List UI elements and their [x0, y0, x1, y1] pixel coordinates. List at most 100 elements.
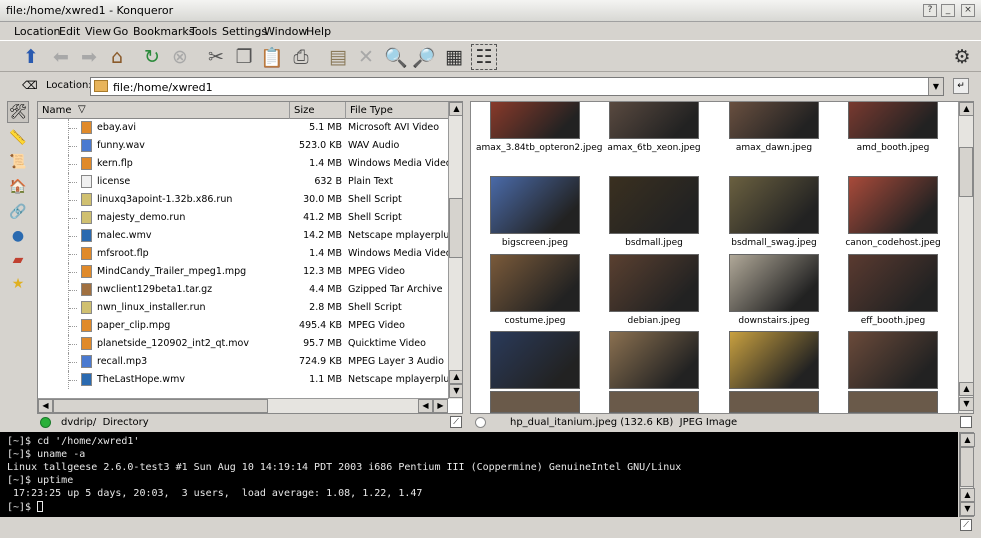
network-icon[interactable]: 🔗 — [7, 201, 29, 223]
history-icon[interactable]: 📜 — [7, 151, 29, 173]
home-folder-icon[interactable]: 🏠 — [7, 176, 29, 198]
thumbnail-item[interactable]: bsdmall.jpeg — [604, 176, 722, 248]
favorites-star-icon[interactable]: ★ — [7, 273, 29, 295]
thumbnail-item[interactable]: amd_booth.jpeg — [843, 102, 961, 169]
cut-icon[interactable]: ✂ — [203, 44, 229, 70]
menu-edit[interactable]: Edit — [59, 25, 80, 38]
thumbnail-item[interactable]: canon_codehost.jpeg — [843, 176, 961, 248]
minimize-button[interactable]: _ — [941, 4, 955, 17]
reload-icon[interactable]: ↻ — [139, 44, 165, 70]
file-row[interactable]: mfsroot.flp 1.4 MB Windows Media Video — [38, 245, 448, 263]
scroll-up-button-lower[interactable]: ▲ — [449, 370, 462, 384]
menu-tools[interactable]: Tools — [190, 25, 217, 38]
menu-window[interactable]: Window — [264, 25, 307, 38]
pane-splitter[interactable] — [464, 101, 469, 432]
zoom-out-icon[interactable]: 🔎 — [411, 44, 437, 70]
title-bar[interactable]: file:/home/xwred1 - Konqueror ? _ × — [0, 0, 981, 22]
thumbnail-pane[interactable]: amax_3.84tb_opteron2.jpeg amax_6tb_xeon.j… — [470, 101, 974, 414]
right-link-view-checkbox[interactable] — [960, 416, 972, 428]
clear-location-icon[interactable]: ⌫ — [22, 79, 38, 92]
tree-view-icon[interactable]: ☷ — [471, 44, 497, 70]
file-row[interactable]: majesty_demo.run 41.2 MB Shell Script — [38, 209, 448, 227]
file-row[interactable]: nwclient129beta1.tar.gz 4.4 MB Gzipped Tar… — [38, 281, 448, 299]
thumbnail-item[interactable]: amax_3.84tb_opteron2.jpeg — [476, 102, 603, 169]
file-row[interactable]: funny.wav 523.0 KB WAV Audio — [38, 137, 448, 155]
file-row[interactable]: TheLastHope.wmv 1.1 MB Netscape mplayerplu… — [38, 371, 448, 389]
back-arrow-icon[interactable]: ⬅ — [48, 44, 74, 70]
thumbnail-item[interactable]: amax_6tb_xeon.jpeg — [604, 102, 722, 169]
thumbnail-item[interactable]: bigscreen.jpeg — [485, 176, 603, 248]
thumbnail-image[interactable] — [729, 391, 819, 413]
thumbnail-item[interactable]: bsdmall_swag.jpeg — [724, 176, 842, 248]
file-row[interactable]: linuxq3apoint-1.32b.x86.run 30.0 MB Shell … — [38, 191, 448, 209]
menu-go[interactable]: Go — [113, 25, 128, 38]
vertical-scrollbar[interactable]: ▲ ▲ ▼ — [448, 102, 462, 399]
thumbnail-item[interactable]: amax_dawn.jpeg — [724, 102, 842, 169]
location-input[interactable]: file:/home/xwred1 ▼ — [90, 77, 944, 96]
terminal-scroll-down-button[interactable]: ▼ — [960, 502, 975, 516]
scroll-thumb[interactable] — [449, 198, 462, 258]
scroll-down-button[interactable]: ▼ — [449, 384, 462, 398]
menu-bookmarks[interactable]: Bookmarks — [133, 25, 194, 38]
thumb-scroll-up-button[interactable]: ▲ — [959, 102, 973, 116]
thumbnail-item[interactable]: costume.jpeg — [485, 254, 603, 326]
delete-icon[interactable]: ✕ — [353, 44, 379, 70]
paste-icon[interactable]: 📋 — [259, 44, 285, 70]
file-row[interactable]: recall.mp3 724.9 KB MPEG Layer 3 Audio — [38, 353, 448, 371]
web-globe-icon[interactable]: ● — [7, 225, 29, 247]
new-folder-icon[interactable]: ▤ — [325, 44, 351, 70]
go-button[interactable]: ↵ — [953, 78, 969, 94]
terminal-panel[interactable]: [~]$ cd '/home/xwred1' [~]$ uname -a Lin… — [0, 432, 958, 517]
column-size[interactable]: Size — [290, 102, 346, 119]
file-row[interactable]: kern.flp 1.4 MB Windows Media Video — [38, 155, 448, 173]
help-button[interactable]: ? — [923, 4, 937, 17]
file-row[interactable]: license 632 B Plain Text — [38, 173, 448, 191]
scroll-left-button-right[interactable]: ◀ — [418, 399, 433, 413]
config-tools-icon[interactable]: 🛠 — [7, 101, 29, 123]
file-row[interactable]: MindCandy_Trailer_mpeg1.mpg 12.3 MB MPEG V… — [38, 263, 448, 281]
file-row[interactable]: ebay.avi 5.1 MB Microsoft AVI Video — [38, 119, 448, 137]
scroll-right-button[interactable]: ▶ — [433, 399, 448, 413]
file-row[interactable]: malec.wmv 14.2 MB Netscape mplayerplug-in … — [38, 227, 448, 245]
thumbnail-item[interactable]: downstairs.jpeg — [724, 254, 842, 326]
menu-location[interactable]: Location — [14, 25, 61, 38]
thumbnail-image[interactable] — [490, 391, 580, 413]
thumbnail-image[interactable] — [609, 391, 699, 413]
menu-settings[interactable]: Settings — [222, 25, 267, 38]
hscroll-thumb[interactable] — [53, 399, 268, 413]
terminal-scrollbar[interactable]: ▲ ▲ ▼ — [959, 432, 975, 517]
thumb-scroll-down-button[interactable]: ▼ — [959, 397, 973, 411]
thumb-scroll-up-button-lower[interactable]: ▲ — [959, 382, 973, 396]
file-row[interactable]: nwn_linux_installer.run 2.8 MB Shell Scrip… — [38, 299, 448, 317]
terminal-scroll-up-button-lower[interactable]: ▲ — [960, 488, 975, 502]
thumb-vertical-scrollbar[interactable]: ▲ ▲ ▼ — [958, 102, 973, 413]
stop-icon[interactable]: ⊗ — [167, 44, 193, 70]
close-button[interactable]: × — [961, 4, 975, 17]
forward-arrow-icon[interactable]: ➡ — [76, 44, 102, 70]
link-view-checkbox[interactable]: ⟋ — [450, 416, 462, 428]
menu-view[interactable]: View — [85, 25, 111, 38]
thumbnail-item[interactable]: eff_booth.jpeg — [843, 254, 961, 326]
column-name[interactable]: Name ▽ — [38, 102, 290, 119]
zoom-in-icon[interactable]: 🔍 — [383, 44, 409, 70]
file-list-pane[interactable]: Name ▽ Size File Type ebay.avi 5.1 MB Micr… — [37, 101, 463, 414]
menu-help[interactable]: Help — [306, 25, 331, 38]
root-folder-icon[interactable]: ▰ — [7, 249, 29, 271]
scroll-up-button[interactable]: ▲ — [449, 102, 462, 116]
terminal-scroll-thumb[interactable] — [960, 447, 974, 487]
thumbnail-item[interactable]: debian.jpeg — [604, 254, 722, 326]
up-arrow-icon[interactable]: ⬆ — [18, 44, 44, 70]
horizontal-scrollbar[interactable]: ◀ ◀ ▶ — [38, 398, 448, 413]
thumb-scroll-thumb[interactable] — [959, 147, 973, 197]
chevron-down-icon[interactable]: ▼ — [928, 78, 943, 95]
column-type[interactable]: File Type — [346, 102, 448, 119]
file-row[interactable]: planetside_120902_int2_qt.mov 95.7 MB Quic… — [38, 335, 448, 353]
thumbnail-image[interactable] — [848, 391, 938, 413]
home-icon[interactable]: ⌂ — [104, 44, 130, 70]
terminal-link-checkbox[interactable]: ⟋ — [960, 519, 972, 531]
bookmarks-icon[interactable]: 📏 — [7, 127, 29, 149]
file-row[interactable]: paper_clip.mpg 495.4 KB MPEG Video — [38, 317, 448, 335]
print-icon[interactable]: ⎙ — [288, 44, 314, 70]
copy-icon[interactable]: ❐ — [231, 44, 257, 70]
icon-view-icon[interactable]: ▦ — [441, 44, 467, 70]
